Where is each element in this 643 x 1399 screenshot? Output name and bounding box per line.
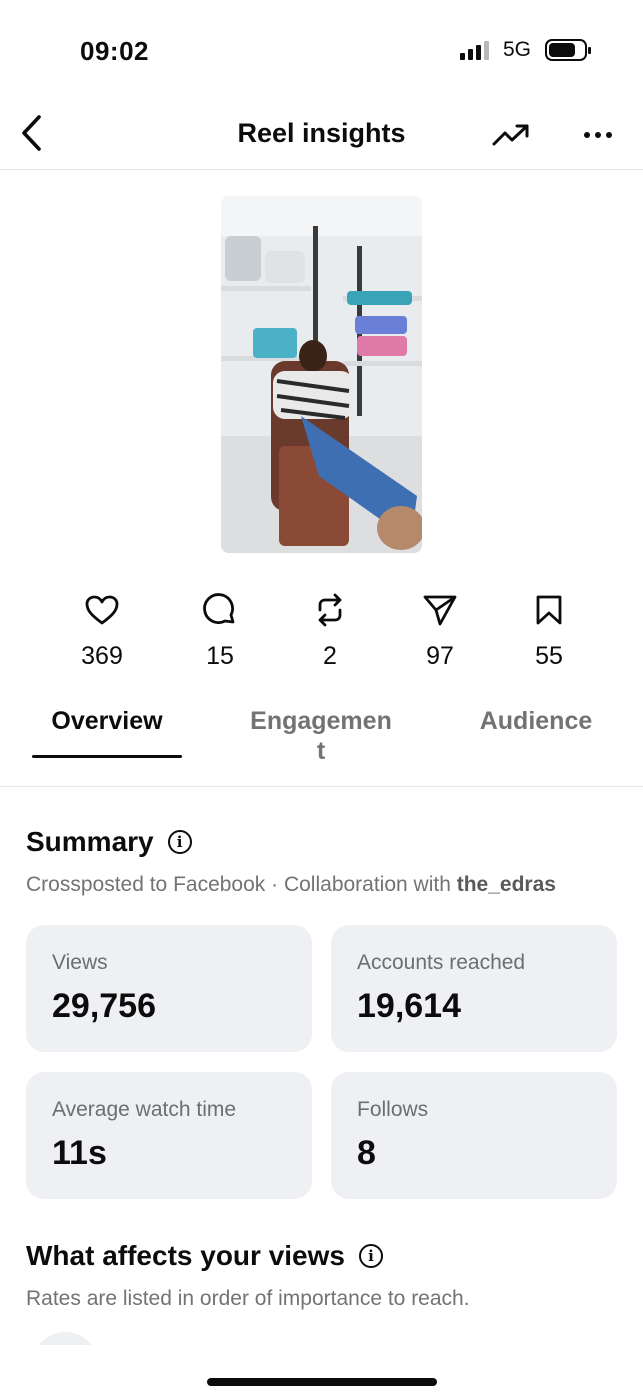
signal-icon	[459, 40, 489, 60]
views-card[interactable]: Views 29,756	[26, 925, 312, 1052]
more-button[interactable]	[578, 114, 618, 156]
summary-heading: Summary i	[26, 826, 192, 858]
comments-count: 15	[206, 642, 234, 670]
tab-audience[interactable]: Audience	[468, 706, 604, 736]
comments-stat: 15	[175, 590, 265, 671]
average-watch-time-card[interactable]: Average watch time 11s	[26, 1072, 312, 1199]
repost-icon	[318, 593, 342, 627]
battery-icon	[545, 39, 591, 61]
trending-up-icon	[492, 124, 529, 146]
info-icon[interactable]: i	[358, 1244, 383, 1268]
accounts-reached-card[interactable]: Accounts reached 19,614	[331, 925, 617, 1052]
affects-title: What affects your views	[26, 1240, 345, 1271]
summary-subtext: Crossposted to Facebook · Collaboration …	[26, 873, 556, 897]
follows-value: 8	[357, 1134, 376, 1172]
tab-engagement-label-line2: t	[316, 737, 326, 765]
reposts-stat: 2	[285, 590, 375, 671]
status-indicators: 5G	[459, 38, 591, 62]
more-horizontal-icon	[584, 132, 612, 138]
accounts-reached-value: 19,614	[357, 987, 461, 1025]
average-watch-time-value: 11s	[52, 1134, 107, 1172]
network-label: 5G	[502, 38, 531, 61]
crosspost-text: Crossposted to Facebook · Collaboration …	[26, 873, 457, 896]
tab-engagement[interactable]: Engagemen t	[236, 706, 406, 766]
summary-title: Summary	[26, 826, 154, 857]
info-icon[interactable]: i	[167, 830, 192, 854]
tab-engagement-label-line1: Engagemen	[250, 707, 392, 735]
views-value: 29,756	[52, 987, 156, 1025]
average-watch-time-label: Average watch time	[52, 1098, 237, 1121]
follows-card[interactable]: Follows 8	[331, 1072, 617, 1199]
heart-icon	[85, 595, 119, 625]
page-title: Reel insights	[237, 118, 406, 148]
status-bar: 09:02 5G	[0, 0, 643, 100]
status-time: 09:02	[80, 36, 149, 66]
saves-count: 55	[535, 642, 563, 670]
reposts-count: 2	[323, 642, 337, 670]
reel-thumbnail[interactable]	[221, 196, 422, 553]
send-icon	[423, 595, 457, 626]
likes-stat: 369	[57, 590, 147, 671]
bookmark-icon	[536, 595, 562, 625]
comment-icon	[203, 593, 235, 624]
active-tab-indicator	[32, 755, 182, 758]
insights-tabs: Overview Engagemen t Audience	[0, 700, 643, 787]
bottom-safe-area	[0, 1345, 643, 1399]
trend-button[interactable]	[488, 114, 534, 156]
follows-label: Follows	[357, 1098, 429, 1121]
interaction-stats: 369 15 2 97 55	[0, 590, 643, 680]
saves-stat: 55	[504, 590, 594, 671]
affects-heading: What affects your views i	[26, 1240, 383, 1272]
tab-overview[interactable]: Overview	[32, 706, 182, 736]
affects-subtitle: Rates are listed in order of importance …	[26, 1287, 470, 1310]
home-indicator[interactable]	[207, 1378, 437, 1386]
header: Reel insights	[0, 100, 643, 170]
views-label: Views	[52, 951, 108, 974]
accounts-reached-label: Accounts reached	[357, 951, 526, 974]
likes-count: 369	[81, 642, 123, 670]
shares-stat: 97	[395, 590, 485, 671]
shares-count: 97	[426, 642, 454, 670]
collaborator-link[interactable]: the_edras	[457, 873, 556, 896]
